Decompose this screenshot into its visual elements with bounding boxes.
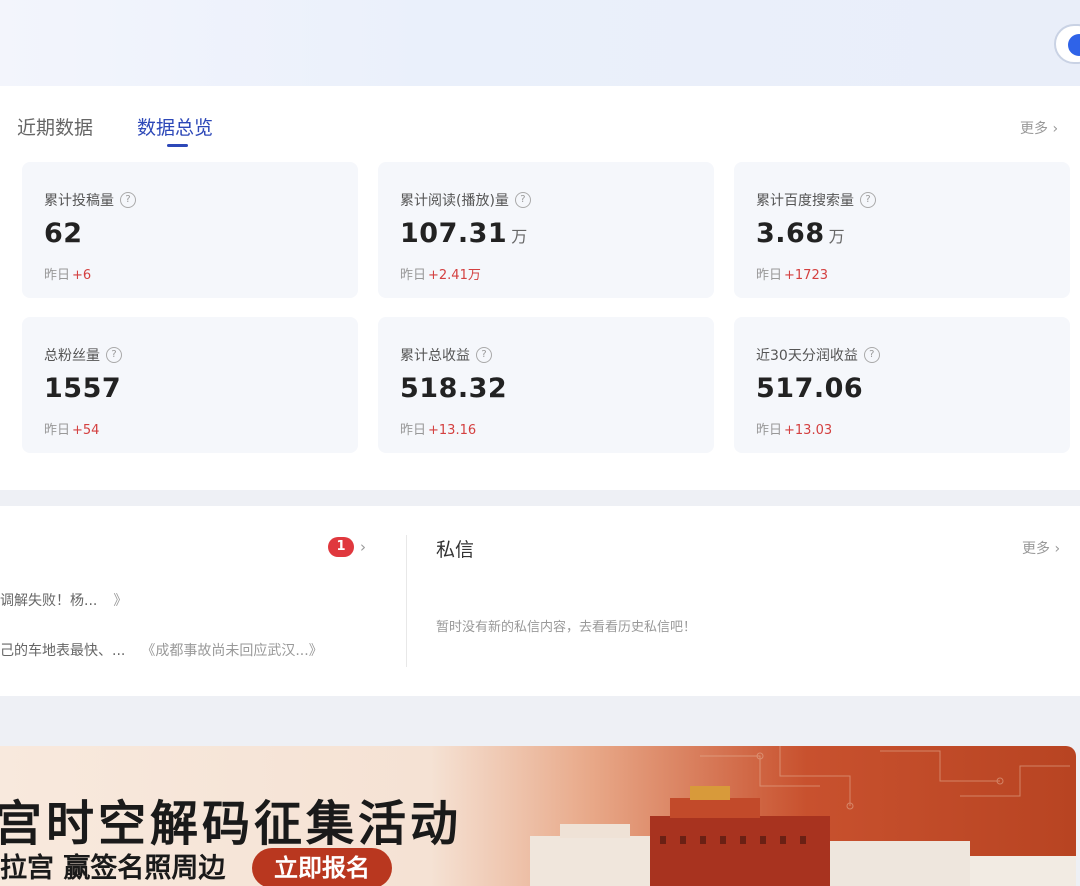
more-label: 更多 bbox=[1020, 121, 1048, 137]
tab-data-overview[interactable]: 数据总览 bbox=[137, 113, 213, 140]
card-label: 累计百度搜索量 bbox=[756, 193, 854, 209]
stat-card-followers: 总粉丝量? 1557 昨日 +54 bbox=[22, 317, 358, 453]
notification-quote: 《成都事故尚未回应武汉...》 bbox=[141, 643, 323, 659]
stat-card-reads: 累计阅读(播放)量? 107.31 万 昨日 +2.41万 bbox=[378, 162, 714, 298]
card-delta-value: +54 bbox=[72, 423, 100, 438]
card-delta-value: +2.41万 bbox=[428, 268, 481, 283]
card-value: 62 bbox=[44, 218, 83, 249]
tab-active-indicator bbox=[167, 144, 188, 147]
promo-banner[interactable]: 宫时空解码征集活动 拉宫 赢签名照周边 立即报名 bbox=[0, 746, 1076, 886]
card-delta-label: 昨日 bbox=[400, 423, 427, 438]
card-delta-label: 昨日 bbox=[400, 268, 427, 283]
chevron-right-icon: › bbox=[1052, 121, 1059, 137]
signup-button[interactable]: 立即报名 bbox=[252, 848, 392, 886]
palace-illustration bbox=[530, 746, 1076, 886]
messages-more-link[interactable]: 更多 › bbox=[1022, 538, 1060, 558]
help-icon[interactable]: ? bbox=[860, 192, 876, 208]
notification-badge: 1 bbox=[328, 537, 354, 557]
card-delta-value: +13.16 bbox=[428, 423, 477, 438]
card-unit: 万 bbox=[828, 227, 846, 246]
card-label: 累计投稿量 bbox=[44, 193, 114, 209]
card-label: 近30天分润收益 bbox=[756, 348, 858, 364]
card-delta-label: 昨日 bbox=[756, 268, 783, 283]
notification-quote: 》 bbox=[113, 593, 128, 609]
stat-card-submissions: 累计投稿量? 62 昨日 +6 bbox=[22, 162, 358, 298]
promo-subtitle: 拉宫 赢签名照周边 bbox=[0, 853, 226, 884]
section-divider bbox=[406, 535, 407, 667]
data-more-link[interactable]: 更多 › bbox=[1020, 118, 1058, 138]
card-label: 总粉丝量 bbox=[44, 348, 100, 364]
help-icon[interactable]: ? bbox=[863, 347, 880, 363]
top-banner bbox=[0, 0, 1080, 86]
help-icon[interactable]: ? bbox=[514, 192, 531, 208]
card-delta-label: 昨日 bbox=[44, 268, 71, 283]
card-value: 517.06 bbox=[756, 373, 864, 404]
stat-card-searches: 累计百度搜索量? 3.68 万 昨日 +1723 bbox=[734, 162, 1070, 298]
card-delta-label: 昨日 bbox=[756, 423, 783, 438]
chevron-right-icon[interactable]: › bbox=[360, 538, 366, 556]
notification-item[interactable]: 己的车地表最快、... 《成都事故尚未回应武汉...》 bbox=[0, 640, 323, 660]
messages-empty-text[interactable]: 暂时没有新的私信内容，去看看历史私信吧！ bbox=[436, 616, 696, 635]
card-label: 累计阅读(播放)量 bbox=[400, 193, 509, 209]
chevron-right-icon: › bbox=[1054, 541, 1061, 557]
card-delta-value: +6 bbox=[72, 268, 92, 283]
tab-recent-data[interactable]: 近期数据 bbox=[17, 113, 93, 140]
notification-text: 己的车地表最快、... bbox=[0, 643, 126, 659]
more-label: 更多 bbox=[1022, 541, 1050, 557]
card-value: 518.32 bbox=[400, 373, 508, 404]
card-delta-value: +13.03 bbox=[784, 423, 833, 438]
help-icon[interactable]: ? bbox=[120, 192, 136, 208]
notification-item[interactable]: 调解失败！杨... 》 bbox=[0, 590, 127, 610]
card-delta-value: +1723 bbox=[784, 268, 828, 283]
card-value: 107.31 bbox=[400, 218, 508, 249]
notifications-messages-panel bbox=[0, 506, 1080, 696]
logo-icon bbox=[1068, 34, 1080, 56]
card-delta-label: 昨日 bbox=[44, 423, 71, 438]
help-icon[interactable]: ? bbox=[106, 347, 122, 363]
notification-text: 调解失败！杨... bbox=[0, 593, 98, 609]
card-value: 3.68 bbox=[756, 218, 825, 249]
help-icon[interactable]: ? bbox=[476, 347, 492, 363]
messages-title: 私信 bbox=[436, 539, 475, 561]
card-unit: 万 bbox=[511, 227, 528, 246]
promo-title: 宫时空解码征集活动 bbox=[0, 796, 463, 852]
stat-card-total-revenue: 累计总收益? 518.32 昨日 +13.16 bbox=[378, 317, 714, 453]
card-value: 1557 bbox=[44, 373, 122, 404]
stat-card-30day-revenue: 近30天分润收益? 517.06 昨日 +13.03 bbox=[734, 317, 1070, 453]
card-label: 累计总收益 bbox=[400, 348, 470, 364]
